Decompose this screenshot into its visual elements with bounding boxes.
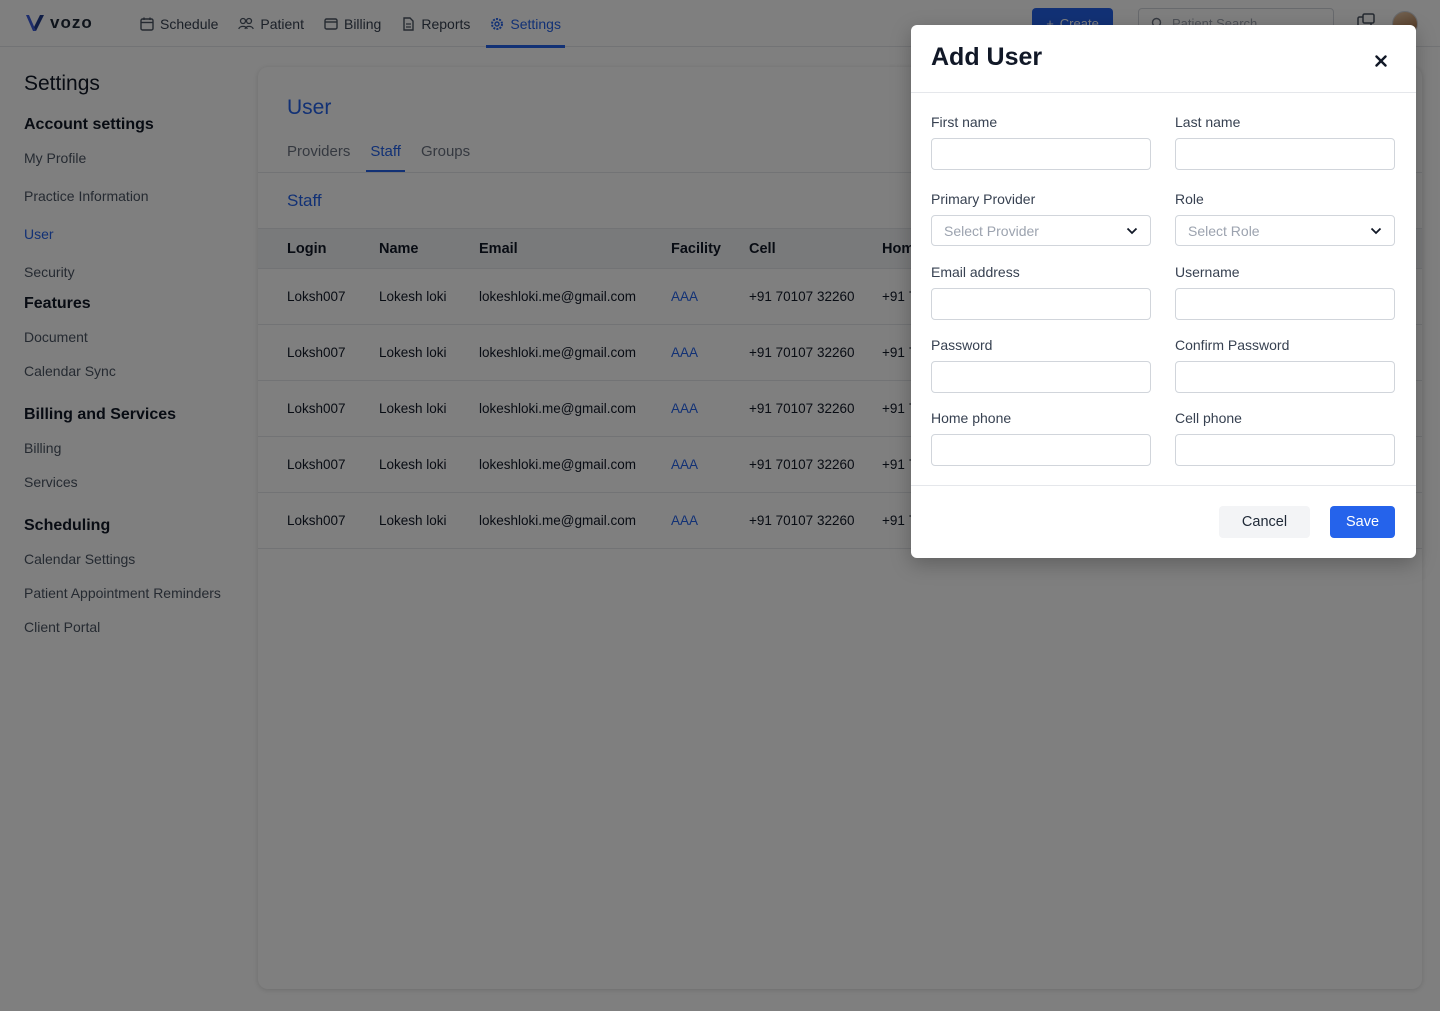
chevron-down-icon: [1126, 227, 1138, 234]
home-phone-label: Home phone: [931, 410, 1012, 426]
cell-phone-field[interactable]: [1175, 434, 1395, 466]
modal-title: Add User: [931, 43, 1043, 71]
role-label: Role: [1175, 191, 1204, 207]
email-field[interactable]: [931, 288, 1151, 320]
password-field[interactable]: [931, 361, 1151, 393]
email-label: Email address: [931, 264, 1020, 280]
close-icon: [1375, 55, 1387, 67]
modal-footer-divider: [911, 485, 1416, 486]
chevron-down-icon: [1370, 227, 1382, 234]
save-button[interactable]: Save: [1330, 506, 1395, 538]
primary-provider-label: Primary Provider: [931, 191, 1036, 207]
last-name-label: Last name: [1175, 114, 1241, 130]
first-name-field[interactable]: [931, 138, 1151, 170]
password-label: Password: [931, 337, 993, 353]
modal-header-divider: [911, 92, 1416, 93]
add-user-modal: Add User First name Last name Primary Pr…: [911, 25, 1416, 558]
cell-phone-label: Cell phone: [1175, 410, 1242, 426]
last-name-field[interactable]: [1175, 138, 1395, 170]
confirm-password-field[interactable]: [1175, 361, 1395, 393]
role-placeholder: Select Role: [1188, 222, 1260, 239]
primary-provider-placeholder: Select Provider: [944, 222, 1039, 239]
confirm-password-label: Confirm Password: [1175, 337, 1290, 353]
close-button[interactable]: [1369, 49, 1393, 73]
home-phone-field[interactable]: [931, 434, 1151, 466]
cancel-button[interactable]: Cancel: [1219, 506, 1310, 538]
primary-provider-select[interactable]: Select Provider: [931, 215, 1151, 246]
role-select[interactable]: Select Role: [1175, 215, 1395, 246]
first-name-label: First name: [931, 114, 998, 130]
username-field[interactable]: [1175, 288, 1395, 320]
username-label: Username: [1175, 264, 1240, 280]
